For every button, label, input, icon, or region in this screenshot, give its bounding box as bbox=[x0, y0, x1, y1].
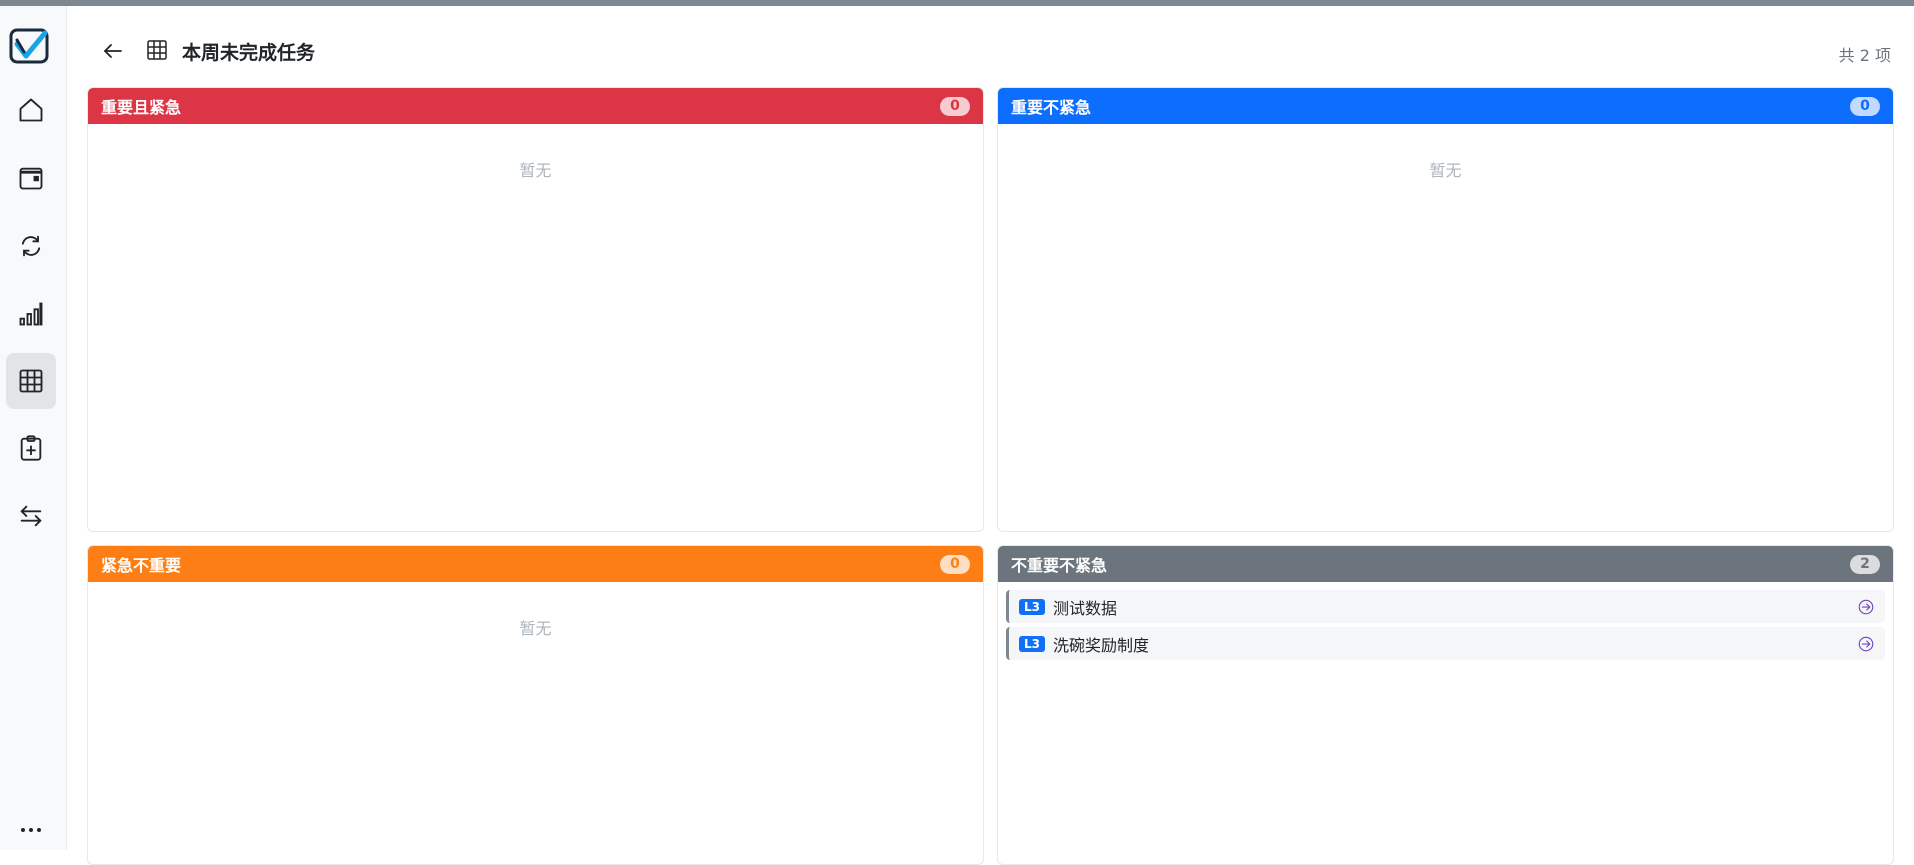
count-badge: 2 bbox=[1850, 554, 1880, 574]
level-badge: L3 bbox=[1019, 598, 1045, 615]
sidebar-item-transfer[interactable] bbox=[6, 488, 56, 544]
empty-state: 暂无 bbox=[1429, 161, 1462, 180]
quadrant-header: 重要且紧急 0 bbox=[88, 88, 983, 124]
refresh-icon bbox=[21, 235, 41, 257]
clipboard-add-icon bbox=[20, 435, 42, 461]
quadrant-important-urgent: 重要且紧急 0 暂无 bbox=[87, 87, 984, 532]
more-icon[interactable] bbox=[6, 816, 56, 844]
sidebar-item-matrix[interactable] bbox=[6, 353, 56, 409]
quadrant-not-important-not-urgent: 不重要不紧急 2 L3 测试数据 L3 洗碗奖励制度 bbox=[997, 545, 1894, 865]
empty-state: 暂无 bbox=[519, 161, 552, 180]
back-button[interactable] bbox=[98, 36, 128, 66]
top-border bbox=[0, 0, 1914, 6]
count-badge: 0 bbox=[1850, 96, 1880, 116]
quadrant-header: 重要不紧急 0 bbox=[998, 88, 1893, 124]
total-count: 共 2 项 bbox=[1838, 46, 1891, 65]
grid-icon bbox=[147, 40, 167, 60]
swap-icon bbox=[20, 505, 42, 527]
page-title: 本周未完成任务 bbox=[182, 42, 316, 64]
sidebar-item-home[interactable] bbox=[6, 82, 56, 138]
sidebar-item-add-task[interactable] bbox=[6, 420, 56, 476]
sidebar bbox=[0, 6, 67, 850]
quadrant-urgent-not-important: 紧急不重要 0 暂无 bbox=[87, 545, 984, 865]
count-badge: 0 bbox=[940, 96, 970, 116]
calendar-icon bbox=[19, 167, 43, 190]
sidebar-item-recurring[interactable] bbox=[6, 218, 56, 274]
app-logo[interactable] bbox=[8, 26, 52, 66]
quadrant-title: 重要且紧急 bbox=[101, 98, 182, 117]
task-item[interactable]: L3 洗碗奖励制度 bbox=[1006, 627, 1885, 660]
task-title: 测试数据 bbox=[1053, 598, 1118, 618]
level-badge: L3 bbox=[1019, 635, 1045, 652]
sidebar-item-stats[interactable] bbox=[6, 286, 56, 342]
quadrant-header: 不重要不紧急 2 bbox=[998, 546, 1893, 582]
task-item[interactable]: L3 测试数据 bbox=[1006, 590, 1885, 623]
task-title: 洗碗奖励制度 bbox=[1053, 635, 1150, 655]
arrow-circle-right-icon[interactable] bbox=[1857, 635, 1875, 653]
quadrant-title: 重要不紧急 bbox=[1011, 98, 1092, 117]
quadrant-important-not-urgent: 重要不紧急 0 暂无 bbox=[997, 87, 1894, 532]
arrow-circle-right-icon[interactable] bbox=[1857, 598, 1875, 616]
quadrant-header: 紧急不重要 0 bbox=[88, 546, 983, 582]
empty-state: 暂无 bbox=[519, 619, 552, 638]
chart-icon bbox=[19, 302, 43, 326]
home-icon bbox=[19, 98, 43, 122]
arrow-left-icon bbox=[104, 44, 122, 58]
quadrant-title: 紧急不重要 bbox=[101, 556, 182, 575]
quadrant-title: 不重要不紧急 bbox=[1011, 556, 1108, 575]
sidebar-item-calendar[interactable] bbox=[6, 150, 56, 206]
grid-icon bbox=[19, 369, 43, 393]
task-list: L3 测试数据 L3 洗碗奖励制度 bbox=[998, 582, 1893, 660]
count-badge: 0 bbox=[940, 554, 970, 574]
